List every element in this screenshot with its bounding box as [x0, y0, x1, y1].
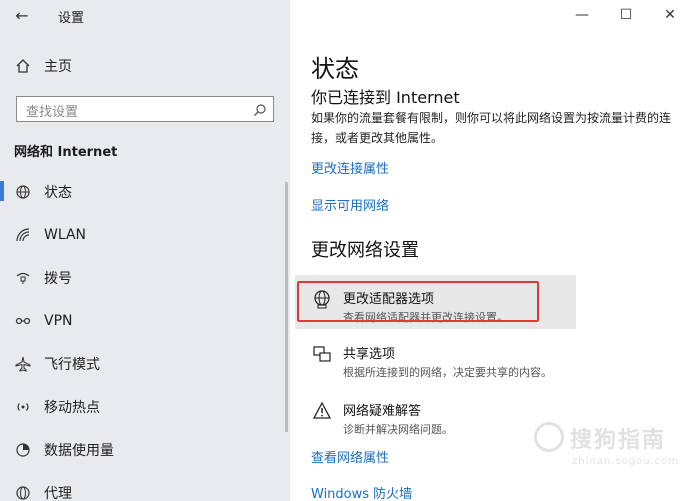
option-texts: 网络疑难解答 诊断并解决网络问题。 [343, 400, 453, 437]
sidebar-item-dialup[interactable]: 拨号 [0, 256, 290, 299]
option-title: 共享选项 [343, 347, 396, 362]
view-network-properties-link[interactable]: 查看网络属性 [311, 447, 389, 466]
minimize-button[interactable]: — [560, 0, 604, 30]
watermark-url: zhinan.sogou.com [572, 456, 680, 467]
sidebar-item-label: WLAN [44, 226, 87, 243]
option-subtitle: 根据所连接到的网络，决定要共享的内容。 [343, 366, 552, 379]
home-label: 主页 [44, 59, 72, 75]
sogou-logo-icon [534, 422, 564, 452]
search-input[interactable]: 查找设置 [16, 96, 274, 122]
sidebar-nav: 状态 WLAN 拨号 VPN 飞行模式 移动热点 数据使用量 代理 [0, 170, 290, 501]
dialup-icon [14, 269, 32, 287]
home-icon [14, 57, 32, 75]
close-button[interactable]: ✕ [648, 0, 692, 30]
sidebar-item-proxy[interactable]: 代理 [0, 471, 290, 501]
sidebar-item-wlan[interactable]: WLAN [0, 213, 290, 256]
sharing-options[interactable]: 共享选项 根据所连接到的网络，决定要共享的内容。 [311, 343, 576, 380]
connection-status: 你已连接到 Internet [311, 88, 460, 107]
app-title: 设置 [58, 11, 85, 26]
highlight-box [297, 281, 539, 322]
watermark-text: 搜狗指南 [570, 428, 667, 453]
main-content: — ☐ ✕ 状态 你已连接到 Internet 如果你的流量套餐有限制，则你可以… [290, 0, 692, 501]
sidebar-item-label: 数据使用量 [44, 442, 114, 459]
sidebar-item-label: 状态 [44, 184, 72, 201]
sidebar-item-label: 移动热点 [44, 399, 100, 416]
sidebar-item-label: 拨号 [44, 270, 72, 287]
search-placeholder: 查找设置 [26, 105, 79, 120]
window-controls: — ☐ ✕ [560, 0, 692, 30]
hotspot-icon [14, 398, 32, 416]
sidebar-home[interactable]: 主页 [14, 55, 72, 77]
sidebar-scrollbar[interactable] [285, 182, 288, 432]
metered-description: 如果你的流量套餐有限制，则你可以将此网络设置为按流量计费的连接，或者更改其他属性… [311, 111, 672, 145]
globe-icon [14, 183, 32, 201]
change-connection-properties-link[interactable]: 更改连接属性 [311, 158, 389, 177]
vpn-icon [14, 312, 32, 330]
option-texts: 共享选项 根据所连接到的网络，决定要共享的内容。 [343, 343, 552, 380]
search-icon[interactable] [253, 102, 267, 116]
section-heading: 更改网络设置 [311, 240, 419, 261]
option-subtitle: 诊断并解决网络问题。 [343, 423, 453, 436]
option-title: 网络疑难解答 [343, 404, 422, 419]
sidebar-item-vpn[interactable]: VPN [0, 299, 290, 342]
back-button[interactable]: ← [10, 6, 34, 26]
sidebar-item-label: 飞行模式 [44, 356, 100, 373]
troubleshoot-icon [311, 400, 333, 422]
wifi-icon [14, 226, 32, 244]
airplane-icon [14, 355, 32, 373]
watermark: 搜狗指南 zhinan.sogou.com [534, 418, 684, 474]
sharing-icon [311, 343, 333, 365]
data-usage-icon [14, 441, 32, 459]
sidebar-item-status[interactable]: 状态 [0, 170, 290, 213]
sidebar-item-label: VPN [44, 312, 73, 329]
sidebar-item-label: 代理 [44, 485, 72, 501]
section-title: 网络和 Internet [14, 145, 118, 160]
sidebar-item-data-usage[interactable]: 数据使用量 [0, 428, 290, 471]
sidebar-item-hotspot[interactable]: 移动热点 [0, 385, 290, 428]
sidebar-item-airplane[interactable]: 飞行模式 [0, 342, 290, 385]
title-bar-left: ← 设置 [0, 0, 290, 32]
maximize-button[interactable]: ☐ [604, 0, 648, 30]
windows-firewall-link[interactable]: Windows 防火墙 [311, 483, 412, 501]
show-available-networks-link[interactable]: 显示可用网络 [311, 195, 389, 214]
page-title: 状态 [311, 55, 359, 83]
proxy-icon [14, 484, 32, 501]
settings-sidebar: ← 设置 主页 查找设置 网络和 Internet 状态 WLAN 拨号 VPN… [0, 0, 290, 501]
